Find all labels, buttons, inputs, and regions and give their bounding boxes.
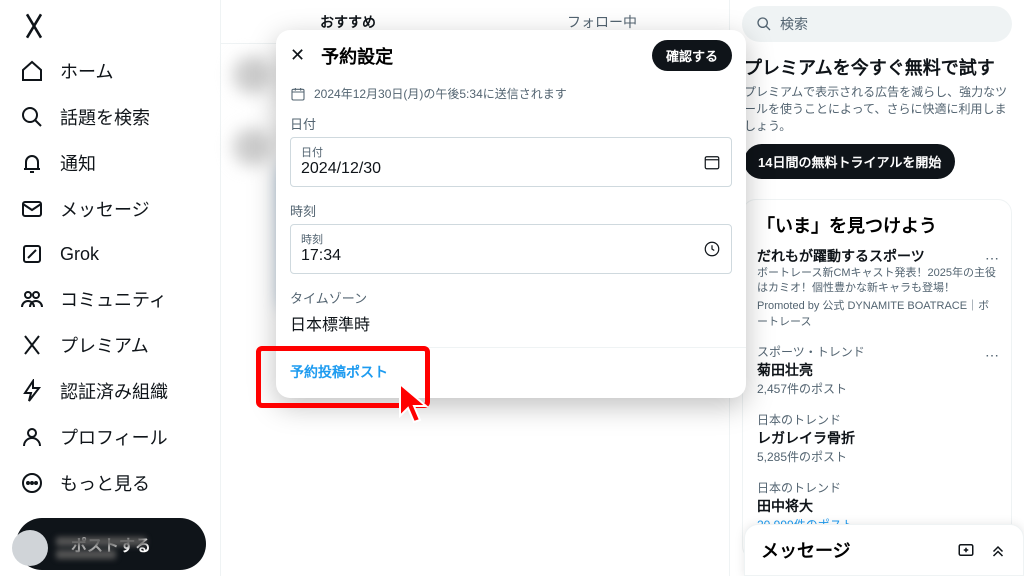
- confirm-button[interactable]: 確認する: [652, 40, 732, 71]
- date-section-label: 日付: [290, 114, 732, 133]
- timezone-value: 日本標準時: [290, 311, 732, 335]
- calendar-send-icon: [290, 86, 306, 102]
- date-input[interactable]: 日付 2024/12/30: [290, 137, 732, 187]
- clock-icon: [703, 240, 721, 258]
- scheduled-info-text: 2024年12月30日(月)の午後5:34に送信されます: [314, 85, 567, 102]
- calendar-icon: [703, 153, 721, 171]
- time-section-label: 時刻: [290, 201, 732, 220]
- timezone-label: タイムゾーン: [290, 288, 732, 307]
- schedule-modal: ✕ 予約設定 確認する 2024年12月30日(月)の午後5:34に送信されます…: [276, 30, 746, 398]
- close-icon[interactable]: ✕: [290, 45, 305, 66]
- scheduled-posts-link[interactable]: 予約投稿ポスト: [290, 364, 388, 380]
- time-input[interactable]: 時刻 17:34: [290, 224, 732, 274]
- modal-title: 予約設定: [321, 43, 636, 69]
